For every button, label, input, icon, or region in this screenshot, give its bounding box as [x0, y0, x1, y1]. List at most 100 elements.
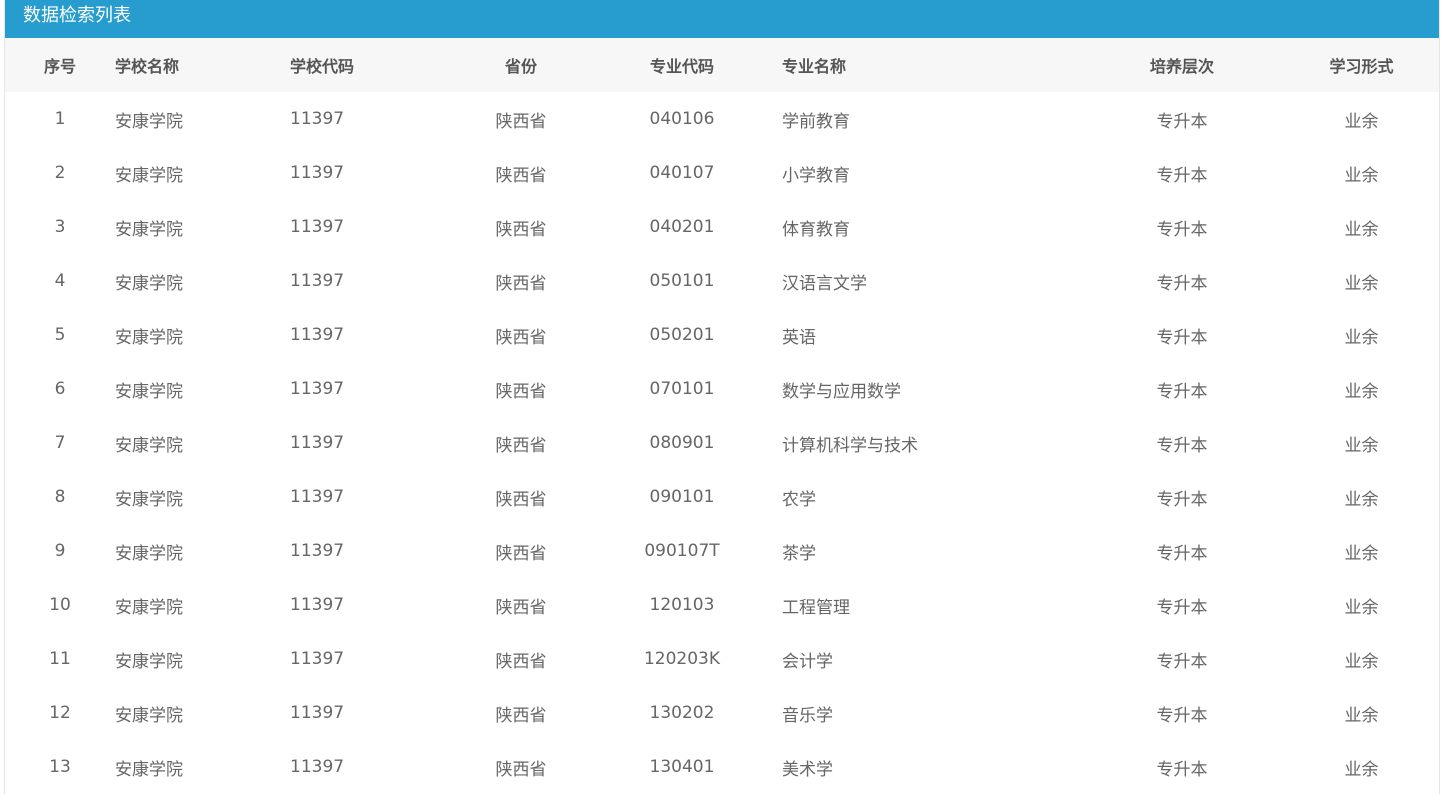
row-index-cell: 10 — [49, 595, 71, 615]
column-header-province: 省份 — [504, 57, 537, 76]
row-index-cell: 11 — [49, 649, 71, 669]
province-cell: 陕西省 — [495, 705, 547, 726]
study-mode-cell: 业余 — [1344, 705, 1379, 726]
school-code-cell: 11397 — [290, 487, 345, 507]
table-header: 序号 学校名称 学校代码 省份 专业代码 专业名称 培养层次 学习形式 — [5, 38, 1439, 92]
school-name-cell: 安康学院 — [115, 165, 183, 186]
province-cell: 陕西省 — [495, 111, 547, 132]
table-row: 7 安康学院 11397 陕西省 080901 计算机科学与技术 专升本 业余 — [5, 416, 1439, 470]
row-index-cell: 9 — [54, 541, 66, 561]
major-name-cell: 工程管理 — [782, 597, 850, 618]
major-name-cell: 音乐学 — [782, 705, 833, 726]
school-code-cell: 11397 — [290, 649, 345, 669]
column-header-major-code: 专业代码 — [649, 57, 714, 76]
school-name-cell: 安康学院 — [115, 597, 183, 618]
study-mode-cell: 业余 — [1344, 597, 1379, 618]
table-row: 4 安康学院 11397 陕西省 050101 汉语言文学 专升本 业余 — [5, 254, 1439, 308]
study-mode-cell: 业余 — [1344, 273, 1379, 294]
study-mode-cell: 业余 — [1344, 543, 1379, 564]
study-mode-cell: 业余 — [1344, 165, 1379, 186]
table-row: 2 安康学院 11397 陕西省 040107 小学教育 专升本 业余 — [5, 146, 1439, 200]
major-name-cell: 英语 — [782, 327, 816, 348]
education-level-cell: 专升本 — [1156, 759, 1208, 780]
table-row: 11 安康学院 11397 陕西省 120203K 会计学 专升本 业余 — [5, 632, 1439, 686]
table-row: 9 安康学院 11397 陕西省 090107T 茶学 专升本 业余 — [5, 524, 1439, 578]
school-code-cell: 11397 — [290, 325, 345, 345]
header-row: 序号 学校名称 学校代码 省份 专业代码 专业名称 培养层次 学习形式 — [5, 38, 1439, 92]
panel-title: 数据检索列表 — [5, 0, 1439, 38]
education-level-cell: 专升本 — [1156, 111, 1208, 132]
education-level-cell: 专升本 — [1156, 165, 1208, 186]
table-row: 5 安康学院 11397 陕西省 050201 英语 专升本 业余 — [5, 308, 1439, 362]
school-code-cell: 11397 — [290, 217, 345, 237]
province-cell: 陕西省 — [495, 543, 547, 564]
column-header-level: 培养层次 — [1149, 57, 1214, 76]
column-header-school-name: 学校名称 — [115, 57, 180, 76]
major-code-cell: 040107 — [649, 163, 715, 183]
study-mode-cell: 业余 — [1344, 219, 1379, 240]
school-code-cell: 11397 — [290, 595, 345, 615]
table-row: 12 安康学院 11397 陕西省 130202 音乐学 专升本 业余 — [5, 686, 1439, 740]
table-row: 1 安康学院 11397 陕西省 040106 学前教育 专升本 业余 — [5, 92, 1439, 146]
province-cell: 陕西省 — [495, 165, 547, 186]
education-level-cell: 专升本 — [1156, 219, 1208, 240]
province-cell: 陕西省 — [495, 597, 547, 618]
school-code-cell: 11397 — [290, 109, 345, 129]
row-index-cell: 2 — [54, 163, 66, 183]
row-index-cell: 8 — [54, 487, 66, 507]
school-code-cell: 11397 — [290, 541, 345, 561]
table-body: 1 安康学院 11397 陕西省 040106 学前教育 专升本 业余 2 安康学院 11397 陕西… — [5, 92, 1439, 794]
major-code-cell: 070101 — [649, 379, 715, 399]
study-mode-cell: 业余 — [1344, 651, 1379, 672]
school-code-cell: 11397 — [290, 757, 345, 777]
education-level-cell: 专升本 — [1156, 489, 1208, 510]
data-search-panel: 数据检索列表 序号 学校名称 学校代码 省份 专业代码 专业名称 培养层次 学习… — [4, 0, 1440, 794]
row-index-cell: 4 — [54, 271, 66, 291]
study-mode-cell: 业余 — [1344, 327, 1379, 348]
school-name-cell: 安康学院 — [115, 705, 183, 726]
province-cell: 陕西省 — [495, 489, 547, 510]
province-cell: 陕西省 — [495, 219, 547, 240]
column-header-school-code: 学校代码 — [290, 57, 355, 76]
table-row: 10 安康学院 11397 陕西省 120103 工程管理 专升本 业余 — [5, 578, 1439, 632]
education-level-cell: 专升本 — [1156, 597, 1208, 618]
results-table: 序号 学校名称 学校代码 省份 专业代码 专业名称 培养层次 学习形式 1 安康学… — [5, 38, 1439, 794]
school-name-cell: 安康学院 — [115, 759, 183, 780]
school-name-cell: 安康学院 — [115, 543, 183, 564]
column-header-major-name: 专业名称 — [782, 57, 847, 76]
province-cell: 陕西省 — [495, 381, 547, 402]
major-name-cell: 体育教育 — [782, 219, 850, 240]
school-code-cell: 11397 — [290, 433, 345, 453]
column-header-index: 序号 — [43, 57, 76, 76]
major-name-cell: 汉语言文学 — [782, 273, 867, 294]
major-name-cell: 茶学 — [782, 543, 816, 564]
education-level-cell: 专升本 — [1156, 543, 1208, 564]
row-index-cell: 3 — [54, 217, 66, 237]
major-code-cell: 080901 — [649, 433, 715, 453]
column-header-study-mode: 学习形式 — [1329, 57, 1394, 76]
education-level-cell: 专升本 — [1156, 435, 1208, 456]
row-index-cell: 6 — [54, 379, 66, 399]
row-index-cell: 1 — [54, 109, 66, 129]
major-code-cell: 120103 — [649, 595, 715, 615]
province-cell: 陕西省 — [495, 273, 547, 294]
province-cell: 陕西省 — [495, 327, 547, 348]
education-level-cell: 专升本 — [1156, 327, 1208, 348]
major-code-cell: 040106 — [649, 109, 715, 129]
study-mode-cell: 业余 — [1344, 111, 1379, 132]
row-index-cell: 7 — [54, 433, 66, 453]
major-code-cell: 050101 — [649, 271, 715, 291]
major-name-cell: 数学与应用数学 — [782, 381, 901, 402]
province-cell: 陕西省 — [495, 759, 547, 780]
major-code-cell: 130401 — [649, 757, 715, 777]
education-level-cell: 专升本 — [1156, 273, 1208, 294]
education-level-cell: 专升本 — [1156, 381, 1208, 402]
major-code-cell: 130202 — [649, 703, 715, 723]
province-cell: 陕西省 — [495, 651, 547, 672]
study-mode-cell: 业余 — [1344, 759, 1379, 780]
major-name-cell: 农学 — [782, 489, 816, 510]
major-name-cell: 学前教育 — [782, 111, 850, 132]
row-index-cell: 13 — [49, 757, 71, 777]
table-row: 3 安康学院 11397 陕西省 040201 体育教育 专升本 业余 — [5, 200, 1439, 254]
study-mode-cell: 业余 — [1344, 435, 1379, 456]
